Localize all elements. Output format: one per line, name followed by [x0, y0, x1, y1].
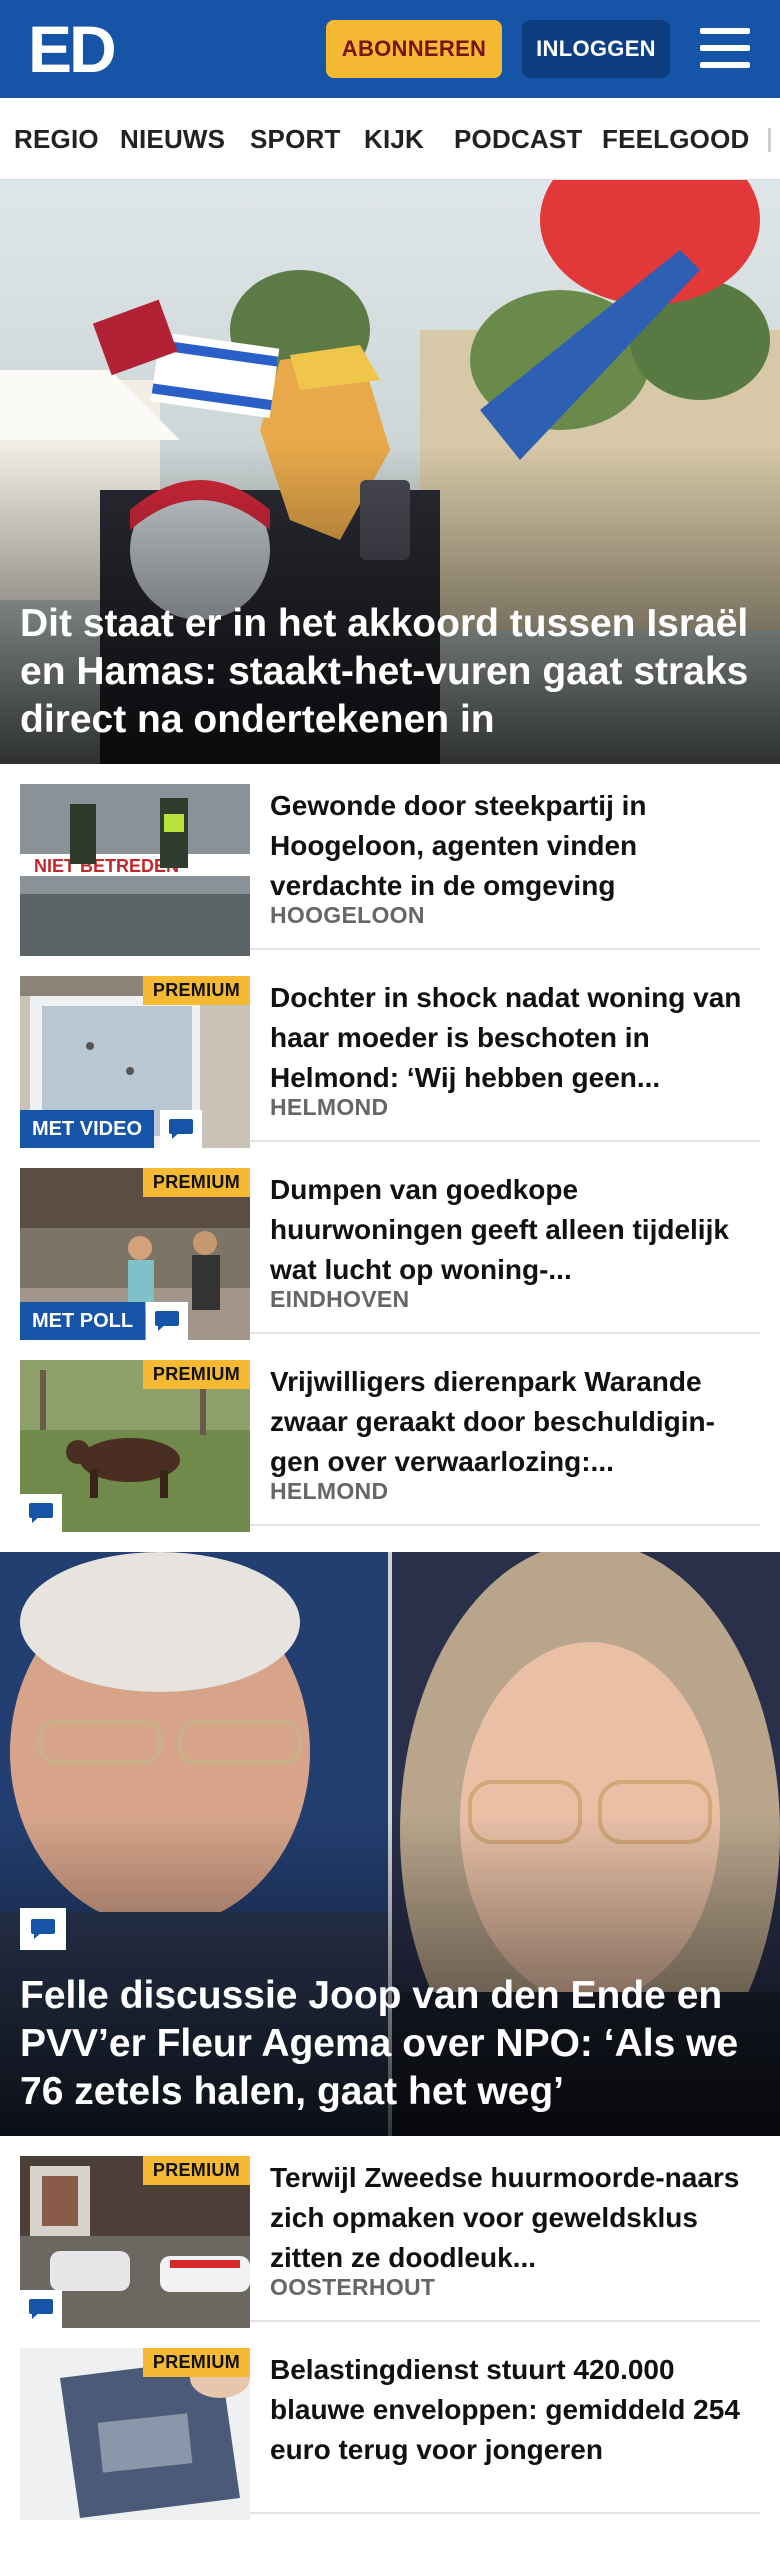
top-bar: ED ABONNEREN INLOGGEN: [0, 0, 780, 98]
site-logo[interactable]: ED: [28, 16, 117, 82]
article-thumbnail: NIET BETREDEN: [20, 784, 250, 956]
article-title[interactable]: Gewonde door steekpartij in Hoogeloon, a…: [270, 786, 750, 906]
svg-text:NIET BETREDEN: NIET BETREDEN: [34, 856, 179, 876]
nav-item-kijk[interactable]: KIJK: [364, 98, 424, 179]
nav-item-nieuws[interactable]: NIEUWS: [120, 98, 225, 179]
premium-badge: PREMIUM: [142, 2348, 250, 2377]
comment-icon[interactable]: [20, 2290, 62, 2328]
article-title[interactable]: Terwijl Zweedse huurmoorde-naars zich op…: [270, 2158, 750, 2278]
nav-item-podcast[interactable]: PODCAST: [454, 98, 583, 179]
article-location: HELMOND: [270, 1094, 389, 1120]
article-location: OOSTERHOUT: [270, 2274, 436, 2300]
list-item[interactable]: PREMIUM MET POLL Dumpen van goedkope huu…: [20, 1158, 760, 1340]
video-badge: MET VIDEO: [20, 1110, 155, 1148]
premium-badge: PREMIUM: [142, 976, 250, 1005]
comment-icon[interactable]: [146, 1302, 188, 1340]
nav-item-sport[interactable]: SPORT: [250, 98, 341, 179]
hamburger-icon[interactable]: [700, 26, 750, 70]
article-thumbnail: PREMIUM: [20, 2348, 250, 2520]
list-item[interactable]: PREMIUM MET VIDEO Dochter in shock nadat…: [20, 966, 760, 1148]
login-button[interactable]: INLOGGEN: [522, 20, 670, 78]
article-thumbnail: PREMIUM MET POLL: [20, 1168, 250, 1340]
article-thumbnail: PREMIUM: [20, 1360, 250, 1532]
hero-article-2[interactable]: Felle discussie Joop van den Ende en PVV…: [0, 1552, 780, 2136]
article-title[interactable]: Dumpen van goedkope huurwoningen geeft a…: [270, 1170, 750, 1290]
subscribe-button[interactable]: ABONNEREN: [326, 20, 502, 78]
hero-1-title[interactable]: Dit staat er in het akkoord tussen Israë…: [20, 600, 760, 744]
article-title[interactable]: Belastingdienst stuurt 420.000 blauwe en…: [270, 2350, 750, 2470]
article-location: EINDHOVEN: [270, 1286, 410, 1312]
poll-badge: MET POLL: [20, 1302, 146, 1340]
list-item[interactable]: PREMIUM Terwijl Zweedse huurmoorde-naars…: [20, 2146, 760, 2328]
article-location: HOOGELOON: [270, 902, 425, 928]
premium-badge: PREMIUM: [142, 1360, 250, 1389]
list-item[interactable]: PREMIUM Belastingdienst stuurt 420.000 b…: [20, 2338, 760, 2520]
article-location: HELMOND: [270, 1478, 389, 1504]
list-item[interactable]: PREMIUM Vrijwilligers dierenpark Warande…: [20, 1350, 760, 1532]
article-thumbnail: PREMIUM: [20, 2156, 250, 2328]
article-title[interactable]: Dochter in shock nadat woning van haar m…: [270, 978, 750, 1098]
logo-text: ED: [28, 12, 117, 86]
comment-icon[interactable]: [160, 1110, 202, 1148]
hero-article-1[interactable]: Dit staat er in het akkoord tussen Israë…: [0, 180, 780, 764]
article-thumbnail: PREMIUM MET VIDEO: [20, 976, 250, 1148]
list-item[interactable]: NIET BETREDEN Gewonde door steekpartij i…: [20, 774, 760, 956]
nav-item-feelgood[interactable]: FEELGOOD: [602, 98, 750, 179]
article-title[interactable]: Vrijwilligers dierenpark Warande zwaar g…: [270, 1362, 750, 1482]
section-nav: REGIO NIEUWS SPORT KIJK PODCAST FEELGOOD: [0, 98, 780, 180]
comment-icon[interactable]: [20, 1908, 66, 1950]
premium-badge: PREMIUM: [142, 2156, 250, 2185]
nav-overflow-divider: [768, 128, 771, 152]
nav-item-regio[interactable]: REGIO: [14, 98, 99, 179]
premium-badge: PREMIUM: [142, 1168, 250, 1197]
hero-2-title[interactable]: Felle discussie Joop van den Ende en PVV…: [20, 1972, 760, 2116]
comment-icon[interactable]: [20, 1494, 62, 1532]
